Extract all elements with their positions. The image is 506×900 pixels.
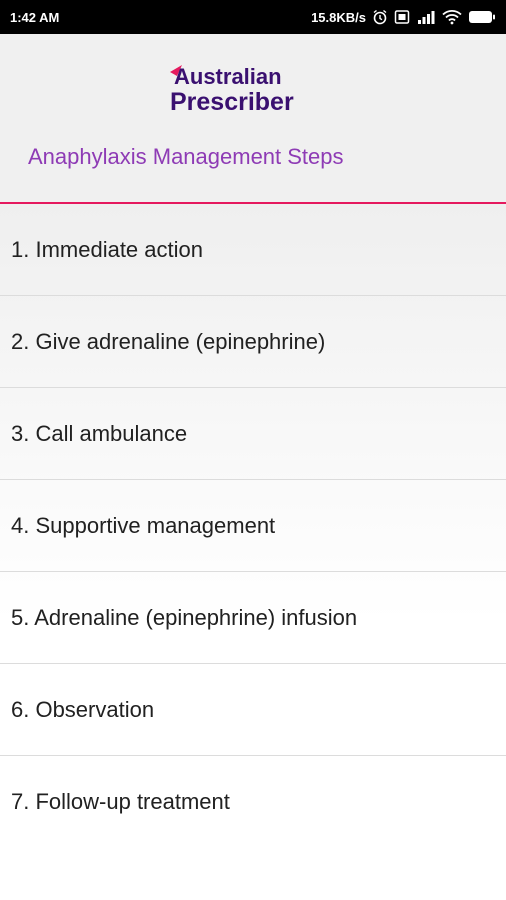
list-item-label: 5. Adrenaline (epinephrine) infusion	[11, 604, 358, 630]
wifi-icon	[442, 9, 462, 25]
list-item-label: 6. Observation	[11, 696, 155, 722]
list-item-label: 4. Supportive management	[11, 512, 276, 538]
list-item-supportive-management[interactable]: 4. Supportive management	[0, 480, 506, 572]
list-item-adrenaline-infusion[interactable]: 5. Adrenaline (epinephrine) infusion	[0, 572, 506, 664]
sim-icon	[394, 9, 410, 25]
alarm-icon	[372, 9, 388, 25]
signal-icon	[416, 9, 436, 25]
list-item-observation[interactable]: 6. Observation	[0, 664, 506, 756]
list-item-follow-up-treatment[interactable]: 7. Follow-up treatment	[0, 756, 506, 848]
list-item-label: 2. Give adrenaline (epinephrine)	[11, 328, 326, 354]
status-time: 1:42 AM	[10, 9, 60, 25]
list-item-label: 7. Follow-up treatment	[11, 789, 230, 814]
network-speed: 15.8KB/s	[311, 9, 366, 25]
list-item-label: 1. Immediate action	[11, 236, 203, 262]
battery-icon	[468, 10, 496, 24]
logo-line-1: Australian	[174, 64, 282, 89]
steps-list: 1. Immediate action 2. Give adrenaline (…	[0, 204, 506, 900]
status-bar: 1:42 AM 15.8KB/s	[0, 0, 506, 34]
page-title: Anaphylaxis Management Steps	[28, 144, 344, 169]
list-item-label: 3. Call ambulance	[11, 420, 188, 446]
list-item-give-adrenaline[interactable]: 2. Give adrenaline (epinephrine)	[0, 296, 506, 388]
app-header: Australian Prescriber Anaphylaxis Manage…	[0, 34, 506, 204]
australian-prescriber-logo: Australian Prescriber	[170, 64, 294, 114]
status-icons: 15.8KB/s	[311, 9, 496, 25]
list-item-call-ambulance[interactable]: 3. Call ambulance	[0, 388, 506, 480]
list-item-immediate-action[interactable]: 1. Immediate action	[0, 204, 506, 296]
logo-line-2: Prescriber	[170, 88, 294, 114]
